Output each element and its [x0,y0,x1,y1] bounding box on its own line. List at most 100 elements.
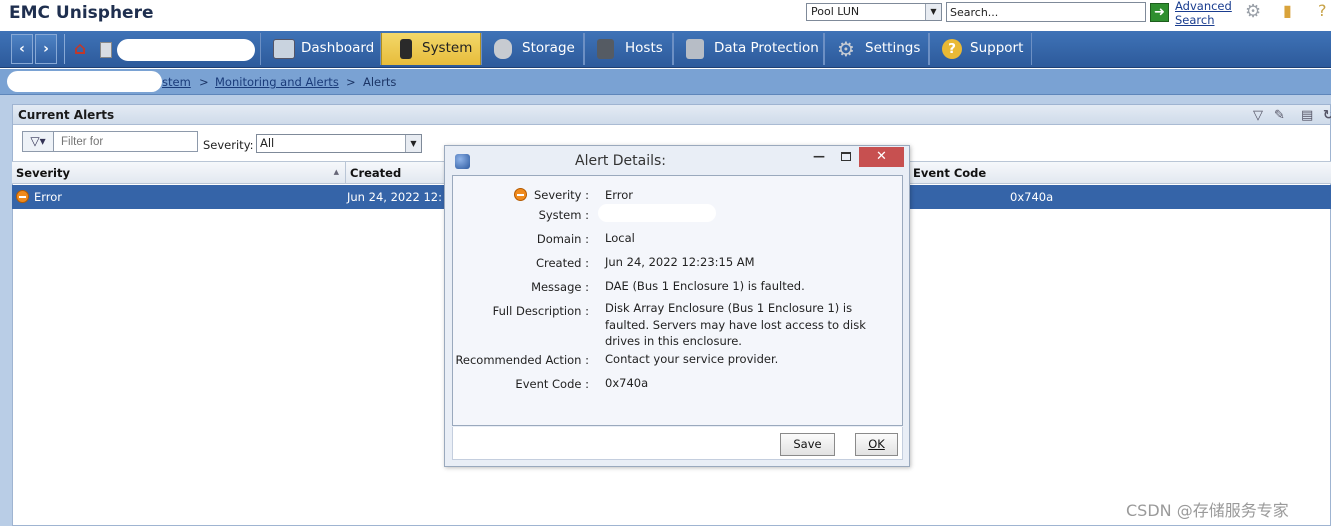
ok-button[interactable]: OK [855,433,898,456]
created-label: Created : [535,256,589,270]
tab-storage[interactable]: Storage [481,33,584,65]
severity-filter-value: All [260,136,275,150]
dashboard-icon [273,39,295,59]
full-description-line: Disk Array Enclosure (Bus 1 Enclosure 1)… [605,301,853,315]
error-icon [16,190,29,203]
tools-icon[interactable]: ▮ [1283,1,1297,21]
domain-label: Domain : [536,232,589,246]
search-scope-value: Pool LUN [811,5,860,18]
created-value: Jun 24, 2022 12:23:15 AM [605,255,755,269]
domain-value: Local [605,231,635,245]
tab-label: Storage [522,40,575,56]
sort-ascending-icon: ▲ [333,168,339,176]
column-header-event-code[interactable]: Event Code [908,162,1018,183]
advanced-search-link[interactable]: Advanced Search [1175,0,1235,27]
wrench-icon[interactable]: ✎ [1274,108,1285,123]
close-button[interactable]: ✕ [859,147,904,167]
breadcrumb-separator: > [199,75,209,89]
event-code-cell: 0x740a [1010,190,1054,204]
panel-title-text: Current Alerts [18,108,115,122]
export-icon[interactable]: ▤ [1301,108,1313,123]
tab-label: Hosts [625,40,663,56]
breadcrumb-monitoring[interactable]: Monitoring and Alerts [215,75,339,89]
event-code-label: Event Code : [515,377,589,391]
search-input[interactable] [946,2,1146,22]
tab-label: Data Protection [714,40,819,56]
chevron-down-icon[interactable]: ▼ [405,135,421,152]
panel-title: Current Alerts ▽ ✎ ▤ ↻ [13,105,1331,125]
maximize-icon[interactable] [841,152,851,161]
advanced-search-line2: Search [1175,13,1215,27]
home-icon[interactable]: ⌂ [74,39,86,59]
column-header-label: Created [350,166,402,180]
tab-label: System [422,40,473,56]
app-window-icon [455,154,470,169]
tab-system[interactable]: System [381,33,481,65]
tab-settings[interactable]: ⚙ Settings [824,33,929,65]
server-icon [100,42,112,58]
tab-data-protection[interactable]: Data Protection [673,33,824,65]
severity-cell: Error [16,190,62,204]
save-button[interactable]: Save [780,433,835,456]
severity-label: Severity : [533,188,589,202]
breadcrumb-current: Alerts [363,75,397,89]
column-header-label: Severity [16,166,70,180]
breadcrumb: stem > Monitoring and Alerts > Alerts [0,69,1331,95]
dialog-title: Alert Details: [575,153,667,169]
filter-icon[interactable]: ▽ [1253,108,1263,123]
support-icon: ? [942,39,962,59]
watermark: CSDN @存储服务专家 [1126,501,1289,520]
message-value: DAE (Bus 1 Enclosure 1) is faulted. [605,279,805,293]
tab-dashboard[interactable]: Dashboard [260,33,381,65]
system-label: System : [538,208,589,222]
column-header-severity[interactable]: Severity ▲ [12,162,346,183]
top-header: EMC Unisphere Pool LUN ▼ ➜ Advanced Sear… [0,0,1331,31]
full-description-line: faulted. Servers may have lost access to… [605,317,866,332]
search-scope-select[interactable]: Pool LUN ▼ [806,3,942,21]
app-title: EMC Unisphere [9,3,154,23]
home-system-selector[interactable]: ⌂ [64,34,256,64]
search-go-icon[interactable]: ➜ [1150,3,1169,22]
breadcrumb-separator: > [346,75,356,89]
column-header-created[interactable]: Created [346,162,446,183]
tab-hosts[interactable]: Hosts [584,33,673,65]
event-code-value: 0x740a [605,376,649,390]
redacted-system-value [598,204,716,222]
tab-label: Support [970,40,1024,56]
severity-filter-label: Severity: [203,138,254,152]
data-protection-icon [686,39,704,59]
help-icon[interactable]: ? [1318,1,1331,21]
storage-icon [494,39,512,59]
tab-label: Settings [865,40,921,56]
advanced-search-line1: Advanced [1175,0,1232,13]
back-arrow-icon[interactable]: ‹ [11,34,33,64]
main-nav: ‹ › ⌂ Dashboard System Storage Hosts Dat… [0,31,1331,68]
dialog-footer: Save OK [452,427,903,460]
tab-label: Dashboard [301,40,375,56]
forward-arrow-icon[interactable]: › [35,34,57,64]
severity-filter-select[interactable]: All ▼ [256,134,422,153]
full-description-line: drives in this enclosure. [605,334,742,348]
column-header-label: Event Code [913,166,987,180]
severity-value: Error [605,188,634,202]
alert-details-dialog: Alert Details: — ✕ Severity : Error Syst… [444,145,910,467]
full-description-label: Full Description : [492,304,589,318]
gear-icon[interactable]: ⚙ [1245,1,1265,22]
minimize-icon[interactable]: — [813,149,825,163]
breadcrumb-system[interactable]: stem [162,75,191,89]
filter-options-button[interactable]: ▽▾ [22,131,54,152]
severity-text: Error [34,190,63,204]
redacted-breadcrumb [7,71,162,92]
funnel-icon: ▽▾ [30,134,46,148]
tab-support[interactable]: ? Support [929,33,1032,65]
hosts-icon [597,39,614,59]
full-description-value: Disk Array Enclosure (Bus 1 Enclosure 1)… [605,300,885,350]
chevron-down-icon[interactable]: ▼ [925,4,941,20]
recommended-action-label: Recommended Action : [455,353,589,367]
redacted-system-name [117,39,255,61]
filter-input[interactable] [54,131,198,152]
refresh-icon[interactable]: ↻ [1323,108,1331,123]
alert-details-body: Severity : Error System : Domain : Local… [452,175,903,426]
message-label: Message : [531,280,589,294]
settings-icon: ⚙ [837,37,855,61]
